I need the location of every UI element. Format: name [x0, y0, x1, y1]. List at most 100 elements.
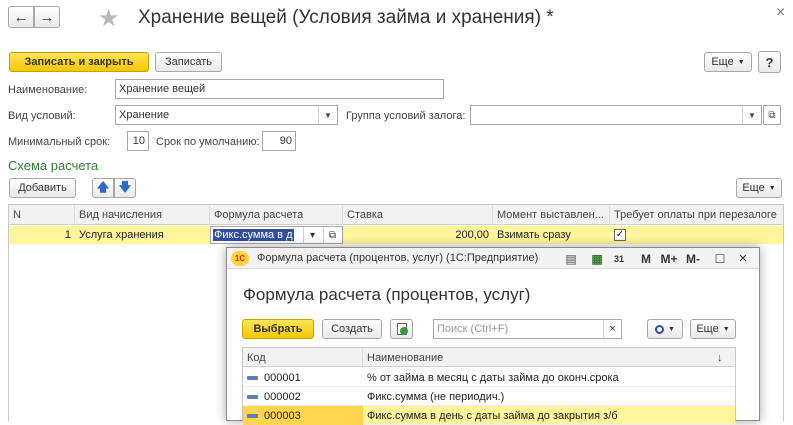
memory-plus-button[interactable]: M+ — [659, 248, 679, 269]
save-and-close-button[interactable]: Записать и закрыть — [9, 52, 149, 72]
chevron-down-icon[interactable]: ▼ — [742, 106, 761, 124]
min-term-field[interactable]: 10 — [127, 131, 149, 151]
popup-more-button[interactable]: Еще ▼ — [690, 319, 736, 339]
select-button[interactable]: Выбрать — [242, 319, 314, 339]
move-down-button[interactable]: 🡇 — [114, 178, 136, 198]
check-mark: ✓ — [614, 229, 626, 241]
row-code: 000001 — [243, 368, 363, 387]
formula-editor[interactable]: Фикс.сумма в д ▾ ⧉ — [210, 226, 343, 244]
popup-more-label: Еще — [696, 323, 719, 335]
arrow-left-icon: ← — [13, 8, 29, 26]
more-button[interactable]: Еще ▼ — [704, 52, 752, 72]
row-name: Фикс.сумма (не периодич.) — [367, 390, 505, 403]
close-icon[interactable]: × — [776, 4, 785, 22]
row-moment: Взимать сразу — [497, 229, 571, 241]
open-icon[interactable]: ⧉ — [763, 105, 781, 125]
kind-value: Хранение — [119, 109, 170, 121]
col-rate[interactable]: Ставка — [343, 205, 493, 225]
move-up-button[interactable]: 🡅 — [92, 178, 114, 198]
row-code: 000003 — [243, 406, 363, 425]
save-button[interactable]: Записать — [155, 52, 222, 72]
section-title: Схема расчета — [8, 158, 99, 173]
name-field[interactable]: Хранение вещей — [115, 79, 444, 99]
calendar-icon[interactable]: 31 — [610, 248, 628, 269]
kind-label: Вид условий: — [8, 110, 76, 122]
page-title: Хранение вещей (Условия займа и хранения… — [138, 7, 554, 28]
col-name[interactable]: Наименование — [363, 348, 713, 367]
code-text: 000003 — [264, 409, 301, 422]
chevron-down-icon: ▼ — [768, 184, 776, 192]
search-placeholder: Поиск (Ctrl+F) — [437, 323, 509, 335]
item-icon — [247, 394, 258, 399]
default-term-field[interactable]: 90 — [262, 131, 296, 151]
schema-more-button[interactable]: Еще ▼ — [736, 178, 782, 198]
popup-table: Код Наименование ↓ 000001 % от займа в м… — [242, 347, 736, 425]
item-icon — [247, 413, 258, 418]
table-row-selected[interactable]: 000003 Фикс.сумма в день с даты займа до… — [243, 406, 735, 425]
arrow-up-icon: 🡅 — [96, 179, 110, 194]
checkbox-icon[interactable]: ✓ — [610, 226, 640, 244]
add-button[interactable]: Добавить — [9, 178, 76, 198]
popup-titlebar: 1С Формула расчета (процентов, услуг) (1… — [227, 248, 759, 269]
back-button[interactable]: ← — [8, 6, 34, 28]
create-button[interactable]: Создать — [322, 319, 382, 339]
col-formula[interactable]: Формула расчета — [210, 205, 343, 225]
open-icon[interactable]: ⧉ — [323, 227, 341, 243]
row-rate: 200,00 — [455, 229, 489, 241]
clear-icon[interactable]: × — [603, 320, 621, 338]
min-term-label: Минимальный срок: — [8, 136, 111, 148]
col-kind[interactable]: Вид начисления — [75, 205, 210, 225]
name-label: Наименование: — [8, 84, 88, 96]
code-text: 000002 — [264, 390, 301, 403]
arrow-down-icon: 🡇 — [118, 179, 132, 194]
chevron-down-icon: ▼ — [668, 325, 675, 333]
col-requires[interactable]: Требует оплаты при перезалоге — [610, 205, 783, 225]
search-input[interactable]: Поиск (Ctrl+F) × — [433, 319, 622, 339]
row-name: % от займа в месяц с даты займа до оконч… — [367, 371, 619, 384]
col-moment[interactable]: Момент выставлен... — [493, 205, 610, 225]
item-icon — [247, 375, 258, 380]
col-code[interactable]: Код — [243, 348, 363, 367]
chevron-down-icon: ▼ — [737, 58, 745, 66]
code-text: 000001 — [264, 371, 301, 384]
favorite-star-icon[interactable]: ★ — [98, 4, 120, 33]
memory-minus-button[interactable]: M- — [683, 248, 703, 269]
print-icon[interactable]: ▤ — [562, 248, 580, 269]
popup-app-title: Формула расчета (процентов, услуг) (1С:П… — [257, 252, 539, 264]
row-code: 000002 — [243, 387, 363, 406]
chevron-down-icon[interactable]: ▼ — [318, 106, 337, 124]
close-icon[interactable]: × — [735, 248, 751, 269]
more-label: Еще — [711, 56, 734, 68]
maximize-icon[interactable]: ☐ — [712, 248, 728, 269]
copy-icon — [396, 323, 408, 335]
search-button[interactable]: ▼ — [647, 319, 683, 339]
chevron-down-icon[interactable]: ▾ — [303, 227, 321, 243]
group-select[interactable]: ▼ — [470, 105, 762, 125]
popup-window: 1С Формула расчета (процентов, услуг) (1… — [226, 247, 760, 425]
app-logo-icon: 1С — [231, 251, 249, 266]
schema-more-label: Еще — [742, 182, 765, 194]
arrow-right-icon: → — [39, 8, 55, 26]
chevron-down-icon: ▼ — [722, 325, 730, 333]
kind-select[interactable]: Хранение ▼ — [115, 105, 338, 125]
create-copy-button[interactable] — [390, 319, 413, 339]
calculator-icon[interactable]: ▦ — [588, 248, 606, 269]
search-icon — [655, 324, 665, 334]
table-row[interactable]: 000002 Фикс.сумма (не периодич.) — [243, 387, 735, 406]
table-row[interactable]: 000001 % от займа в месяц с даты займа д… — [243, 368, 735, 387]
sort-arrow-icon[interactable]: ↓ — [713, 348, 733, 367]
formula-value[interactable]: Фикс.сумма в д — [213, 229, 294, 241]
help-button[interactable]: ? — [758, 51, 781, 73]
group-label: Группа условий залога: — [346, 110, 466, 122]
memory-m-button[interactable]: M — [638, 248, 654, 269]
forward-button[interactable]: → — [34, 6, 60, 28]
table-row[interactable]: 1 Услуга хранения Фикс.сумма в д ▾ ⧉ 200… — [9, 226, 783, 244]
row-name: Фикс.сумма в день с даты займа до закрыт… — [367, 409, 618, 422]
row-kind: Услуга хранения — [79, 229, 164, 241]
popup-heading: Формула расчета (процентов, услуг) — [243, 285, 531, 304]
default-term-label: Срок по умолчанию: — [156, 136, 260, 148]
popup-table-header: Код Наименование ↓ — [243, 348, 735, 367]
table-header: N Вид начисления Формула расчета Ставка … — [9, 205, 783, 225]
col-n[interactable]: N — [9, 205, 75, 225]
row-n: 1 — [64, 229, 71, 241]
